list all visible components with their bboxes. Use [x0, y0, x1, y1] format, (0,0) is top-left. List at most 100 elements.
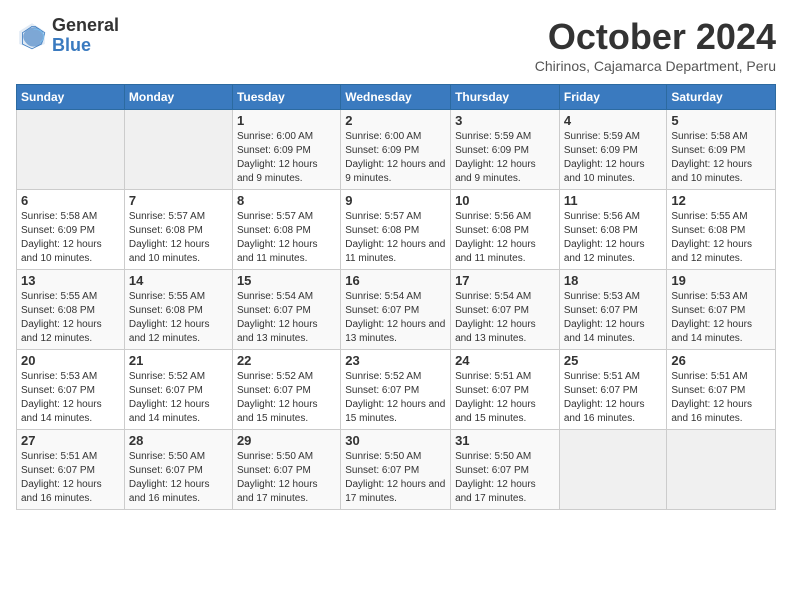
- day-number: 22: [237, 353, 336, 368]
- calendar-day-cell: 25Sunrise: 5:51 AM Sunset: 6:07 PM Dayli…: [559, 350, 667, 430]
- logo-blue-text: Blue: [52, 36, 119, 56]
- day-info: Sunrise: 5:55 AM Sunset: 6:08 PM Dayligh…: [671, 210, 771, 266]
- calendar-day-cell: 18 Sunrise: 5:53 AM Sunset: 6:07 PM Dayli…: [559, 270, 667, 350]
- calendar-day-cell: 28Sunrise: 5:50 AM Sunset: 6:07 PM Dayli…: [124, 430, 232, 510]
- day-of-week-header: Saturday: [667, 85, 776, 110]
- calendar-body: 1 Sunrise: 6:00 AM Sunset: 6:09 PM Daylig…: [17, 110, 776, 510]
- day-number: 15: [237, 273, 336, 288]
- day-info: Sunrise: 5:54 AM Sunset: 6:07 PM Dayligh…: [345, 290, 446, 346]
- calendar-day-cell: 19 Sunrise: 5:53 AM Sunset: 6:07 PM Dayli…: [667, 270, 776, 350]
- day-info: Sunrise: 5:53 AM Sunset: 6:07 PM Dayligh…: [21, 370, 120, 426]
- logo-general-text: General: [52, 16, 119, 36]
- day-info: Sunrise: 5:56 AM Sunset: 6:08 PM Dayligh…: [564, 210, 663, 266]
- calendar-day-cell: 7Sunrise: 5:57 AM Sunset: 6:08 PM Daylig…: [124, 190, 232, 270]
- day-header-row: SundayMondayTuesdayWednesdayThursdayFrid…: [17, 85, 776, 110]
- day-number: 4: [564, 113, 663, 128]
- calendar-day-cell: 30Sunrise: 5:50 AM Sunset: 6:07 PM Dayli…: [341, 430, 451, 510]
- day-number: 6: [21, 193, 120, 208]
- calendar-day-cell: 1 Sunrise: 6:00 AM Sunset: 6:09 PM Daylig…: [232, 110, 340, 190]
- day-info: Sunrise: 5:52 AM Sunset: 6:07 PM Dayligh…: [237, 370, 336, 426]
- calendar-day-cell: 22 Sunrise: 5:52 AM Sunset: 6:07 PM Dayli…: [232, 350, 340, 430]
- calendar-day-cell: 15 Sunrise: 5:54 AM Sunset: 6:07 PM Dayli…: [232, 270, 340, 350]
- day-info: Sunrise: 5:50 AM Sunset: 6:07 PM Dayligh…: [455, 450, 555, 506]
- logo-icon: [16, 20, 48, 52]
- day-number: 10: [455, 193, 555, 208]
- day-number: 30: [345, 433, 446, 448]
- day-info: Sunrise: 5:55 AM Sunset: 6:08 PM Dayligh…: [129, 290, 228, 346]
- day-info: Sunrise: 5:50 AM Sunset: 6:07 PM Dayligh…: [237, 450, 336, 506]
- calendar-day-cell: 16Sunrise: 5:54 AM Sunset: 6:07 PM Dayli…: [341, 270, 451, 350]
- day-info: Sunrise: 5:57 AM Sunset: 6:08 PM Dayligh…: [237, 210, 336, 266]
- location-subtitle: Chirinos, Cajamarca Department, Peru: [535, 58, 776, 74]
- calendar-week-row: 13 Sunrise: 5:55 AM Sunset: 6:08 PM Dayli…: [17, 270, 776, 350]
- calendar-week-row: 6 Sunrise: 5:58 AM Sunset: 6:09 PM Daylig…: [17, 190, 776, 270]
- calendar-day-cell: 29 Sunrise: 5:50 AM Sunset: 6:07 PM Dayli…: [232, 430, 340, 510]
- day-number: 31: [455, 433, 555, 448]
- day-number: 29: [237, 433, 336, 448]
- day-of-week-header: Monday: [124, 85, 232, 110]
- day-of-week-header: Thursday: [451, 85, 560, 110]
- title-area: October 2024 Chirinos, Cajamarca Departm…: [535, 16, 776, 74]
- day-number: 5: [671, 113, 771, 128]
- calendar-day-cell: [17, 110, 125, 190]
- day-number: 14: [129, 273, 228, 288]
- calendar-day-cell: 5Sunrise: 5:58 AM Sunset: 6:09 PM Daylig…: [667, 110, 776, 190]
- calendar-week-row: 1 Sunrise: 6:00 AM Sunset: 6:09 PM Daylig…: [17, 110, 776, 190]
- day-info: Sunrise: 5:52 AM Sunset: 6:07 PM Dayligh…: [345, 370, 446, 426]
- day-number: 19: [671, 273, 771, 288]
- day-info: Sunrise: 6:00 AM Sunset: 6:09 PM Dayligh…: [345, 130, 446, 186]
- calendar-day-cell: 9 Sunrise: 5:57 AM Sunset: 6:08 PM Daylig…: [341, 190, 451, 270]
- calendar-day-cell: 11 Sunrise: 5:56 AM Sunset: 6:08 PM Dayli…: [559, 190, 667, 270]
- calendar-header: SundayMondayTuesdayWednesdayThursdayFrid…: [17, 85, 776, 110]
- day-info: Sunrise: 5:50 AM Sunset: 6:07 PM Dayligh…: [129, 450, 228, 506]
- calendar-day-cell: 21 Sunrise: 5:52 AM Sunset: 6:07 PM Dayli…: [124, 350, 232, 430]
- day-of-week-header: Sunday: [17, 85, 125, 110]
- day-number: 24: [455, 353, 555, 368]
- calendar-week-row: 20 Sunrise: 5:53 AM Sunset: 6:07 PM Dayli…: [17, 350, 776, 430]
- day-number: 18: [564, 273, 663, 288]
- day-number: 3: [455, 113, 555, 128]
- day-number: 21: [129, 353, 228, 368]
- calendar-day-cell: 31 Sunrise: 5:50 AM Sunset: 6:07 PM Dayli…: [451, 430, 560, 510]
- day-info: Sunrise: 5:59 AM Sunset: 6:09 PM Dayligh…: [455, 130, 555, 186]
- day-info: Sunrise: 5:55 AM Sunset: 6:08 PM Dayligh…: [21, 290, 120, 346]
- calendar-day-cell: 12Sunrise: 5:55 AM Sunset: 6:08 PM Dayli…: [667, 190, 776, 270]
- logo: General Blue: [16, 16, 119, 56]
- day-of-week-header: Tuesday: [232, 85, 340, 110]
- calendar-day-cell: 10Sunrise: 5:56 AM Sunset: 6:08 PM Dayli…: [451, 190, 560, 270]
- day-info: Sunrise: 5:54 AM Sunset: 6:07 PM Dayligh…: [237, 290, 336, 346]
- day-number: 27: [21, 433, 120, 448]
- calendar-table: SundayMondayTuesdayWednesdayThursdayFrid…: [16, 84, 776, 510]
- calendar-day-cell: 4Sunrise: 5:59 AM Sunset: 6:09 PM Daylig…: [559, 110, 667, 190]
- day-number: 13: [21, 273, 120, 288]
- calendar-day-cell: 24 Sunrise: 5:51 AM Sunset: 6:07 PM Dayli…: [451, 350, 560, 430]
- day-info: Sunrise: 5:53 AM Sunset: 6:07 PM Dayligh…: [671, 290, 771, 346]
- day-info: Sunrise: 5:51 AM Sunset: 6:07 PM Dayligh…: [564, 370, 663, 426]
- header: General Blue October 2024 Chirinos, Caja…: [16, 16, 776, 74]
- day-info: Sunrise: 5:57 AM Sunset: 6:08 PM Dayligh…: [345, 210, 446, 266]
- day-info: Sunrise: 5:51 AM Sunset: 6:07 PM Dayligh…: [455, 370, 555, 426]
- day-number: 1: [237, 113, 336, 128]
- day-info: Sunrise: 5:53 AM Sunset: 6:07 PM Dayligh…: [564, 290, 663, 346]
- calendar-day-cell: 27Sunrise: 5:51 AM Sunset: 6:07 PM Dayli…: [17, 430, 125, 510]
- day-number: 11: [564, 193, 663, 208]
- logo-text: General Blue: [52, 16, 119, 56]
- day-number: 17: [455, 273, 555, 288]
- day-of-week-header: Wednesday: [341, 85, 451, 110]
- day-info: Sunrise: 5:58 AM Sunset: 6:09 PM Dayligh…: [21, 210, 120, 266]
- calendar-day-cell: 13 Sunrise: 5:55 AM Sunset: 6:08 PM Dayli…: [17, 270, 125, 350]
- day-number: 26: [671, 353, 771, 368]
- day-number: 9: [345, 193, 446, 208]
- calendar-day-cell: [124, 110, 232, 190]
- day-number: 2: [345, 113, 446, 128]
- day-info: Sunrise: 5:52 AM Sunset: 6:07 PM Dayligh…: [129, 370, 228, 426]
- calendar-day-cell: 2 Sunrise: 6:00 AM Sunset: 6:09 PM Daylig…: [341, 110, 451, 190]
- day-number: 7: [129, 193, 228, 208]
- calendar-day-cell: 6 Sunrise: 5:58 AM Sunset: 6:09 PM Daylig…: [17, 190, 125, 270]
- day-number: 20: [21, 353, 120, 368]
- calendar-day-cell: 8Sunrise: 5:57 AM Sunset: 6:08 PM Daylig…: [232, 190, 340, 270]
- calendar-day-cell: 20 Sunrise: 5:53 AM Sunset: 6:07 PM Dayli…: [17, 350, 125, 430]
- calendar-day-cell: 23Sunrise: 5:52 AM Sunset: 6:07 PM Dayli…: [341, 350, 451, 430]
- day-info: Sunrise: 5:51 AM Sunset: 6:07 PM Dayligh…: [671, 370, 771, 426]
- day-info: Sunrise: 6:00 AM Sunset: 6:09 PM Dayligh…: [237, 130, 336, 186]
